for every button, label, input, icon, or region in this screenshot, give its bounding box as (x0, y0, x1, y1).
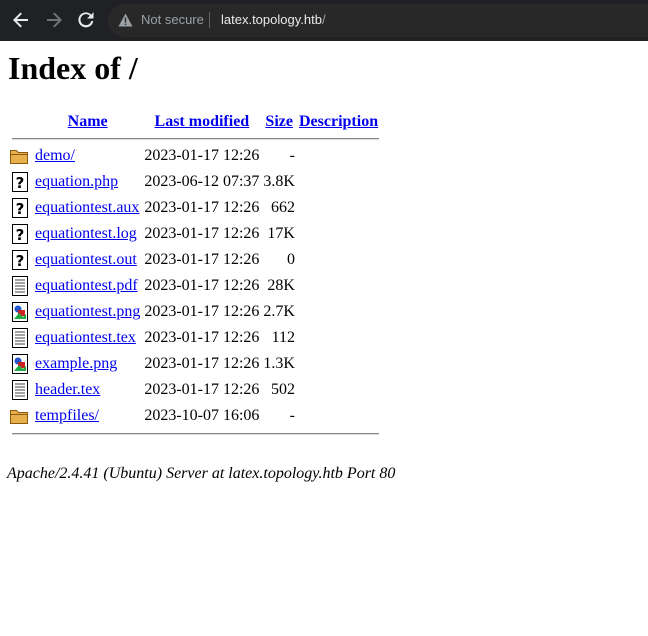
last-modified-cell: 2023-01-17 12:26 (144, 329, 260, 346)
description-cell (298, 248, 379, 272)
size-cell: 1.3K (263, 355, 295, 372)
last-modified-cell: 2023-01-17 12:26 (144, 355, 260, 372)
sort-by-description-link[interactable]: Description (299, 113, 378, 130)
file-link[interactable]: equationtest.pdf (35, 277, 138, 294)
file-link[interactable]: equationtest.out (35, 251, 137, 268)
bottom-divider (12, 433, 380, 435)
url-host: latex.topology.htb (221, 12, 322, 27)
table-row: equationtest.png 2023-01-17 12:26 2.7K (8, 300, 379, 324)
reload-icon (78, 12, 94, 28)
unknown-file-icon: ? (9, 223, 31, 245)
last-modified-cell: 2023-01-17 12:26 (144, 381, 260, 398)
last-modified-cell: 2023-01-17 12:26 (144, 147, 260, 164)
text-file-icon (9, 327, 31, 349)
last-modified-cell: 2023-01-17 12:26 (144, 277, 260, 294)
description-cell (298, 378, 379, 402)
description-cell (298, 352, 379, 376)
text-file-icon (9, 275, 31, 297)
forward-arrow-icon (47, 12, 62, 28)
size-cell: 28K (267, 277, 295, 294)
image-file-icon (9, 301, 31, 323)
svg-text:?: ? (16, 174, 25, 192)
last-modified-cell: 2023-01-17 12:26 (144, 199, 260, 216)
unknown-file-icon: ? (9, 249, 31, 271)
size-cell: 2.7K (263, 303, 295, 320)
last-modified-cell: 2023-01-17 12:26 (144, 251, 260, 268)
file-link[interactable]: equationtest.tex (35, 329, 136, 346)
sort-by-size-link[interactable]: Size (265, 113, 293, 130)
forward-button[interactable] (43, 9, 65, 31)
last-modified-cell: 2023-10-07 16:06 (144, 407, 260, 424)
server-signature: Apache/2.4.41 (Ubuntu) Server at latex.t… (7, 465, 396, 482)
file-link[interactable]: equationtest.log (35, 225, 137, 242)
folder-icon (9, 406, 31, 426)
svg-text:?: ? (16, 226, 25, 244)
file-link[interactable]: equationtest.aux (35, 199, 139, 216)
folder-icon (9, 146, 31, 166)
svg-text:?: ? (16, 252, 25, 270)
file-link[interactable]: equation.php (35, 173, 118, 190)
svg-text:?: ? (16, 200, 25, 218)
table-row: equationtest.tex 2023-01-17 12:26 112 (8, 326, 379, 350)
description-cell (298, 300, 379, 324)
table-row: equationtest.pdf 2023-01-17 12:26 28K (8, 274, 379, 298)
table-row: ? equationtest.log 2023-01-17 12:26 17K (8, 222, 379, 246)
description-cell (298, 170, 379, 194)
sort-by-modified-link[interactable]: Last modified (155, 113, 250, 130)
browser-toolbar: Not secure latex.topology.htb/ (0, 0, 648, 41)
back-arrow-icon (13, 12, 28, 28)
last-modified-cell: 2023-01-17 12:26 (144, 225, 260, 242)
file-link[interactable]: header.tex (35, 381, 100, 398)
back-button[interactable] (10, 9, 32, 31)
table-row: header.tex 2023-01-17 12:26 502 (8, 378, 379, 402)
warning-icon[interactable] (118, 13, 133, 27)
table-row: demo/2023-01-17 12:26 - (8, 144, 379, 168)
page-title: Index of / (8, 50, 138, 86)
image-file-icon (9, 353, 31, 375)
size-cell: 112 (271, 329, 295, 346)
description-cell (298, 222, 379, 246)
text-file-icon (9, 379, 31, 401)
reload-button[interactable] (75, 9, 97, 31)
size-cell: 0 (286, 251, 295, 268)
unknown-file-icon: ? (9, 197, 31, 219)
description-cell (298, 404, 379, 428)
description-cell (298, 274, 379, 298)
table-row: ? equation.php 2023-06-12 07:37 3.8K (8, 170, 379, 194)
url-text[interactable]: latex.topology.htb/ (221, 12, 326, 27)
size-cell: - (289, 407, 295, 424)
size-cell: 502 (270, 381, 295, 398)
header-row: Name Last modified Size Description (8, 110, 379, 134)
last-modified-cell: 2023-06-12 07:37 (144, 173, 260, 190)
size-cell: 17K (267, 225, 295, 242)
file-link[interactable]: example.png (35, 355, 117, 372)
size-cell: 3.8K (263, 173, 295, 190)
table-row: tempfiles/2023-10-07 16:06 - (8, 404, 379, 428)
last-modified-cell: 2023-01-17 12:26 (144, 303, 260, 320)
security-label[interactable]: Not secure (141, 12, 204, 27)
size-cell: 662 (270, 199, 295, 216)
directory-listing: Name Last modified Size Description demo… (6, 108, 381, 440)
table-row: example.png 2023-01-17 12:26 1.3K (8, 352, 379, 376)
sort-by-name-link[interactable]: Name (68, 113, 108, 130)
description-cell (298, 144, 379, 168)
top-divider (12, 138, 380, 140)
size-cell: - (289, 147, 295, 164)
unknown-file-icon: ? (9, 171, 31, 193)
icon-column-header (8, 110, 32, 134)
description-cell (298, 326, 379, 350)
file-link[interactable]: tempfiles/ (35, 407, 99, 424)
url-path: / (321, 12, 326, 27)
omnibox-divider (209, 12, 210, 28)
file-link[interactable]: demo/ (35, 147, 75, 164)
address-bar[interactable]: Not secure latex.topology.htb/ (108, 4, 648, 37)
table-row: ? equationtest.out 2023-01-17 12:26 0 (8, 248, 379, 272)
file-link[interactable]: equationtest.png (35, 303, 140, 320)
table-row: ? equationtest.aux 2023-01-17 12:26 662 (8, 196, 379, 220)
description-cell (298, 196, 379, 220)
